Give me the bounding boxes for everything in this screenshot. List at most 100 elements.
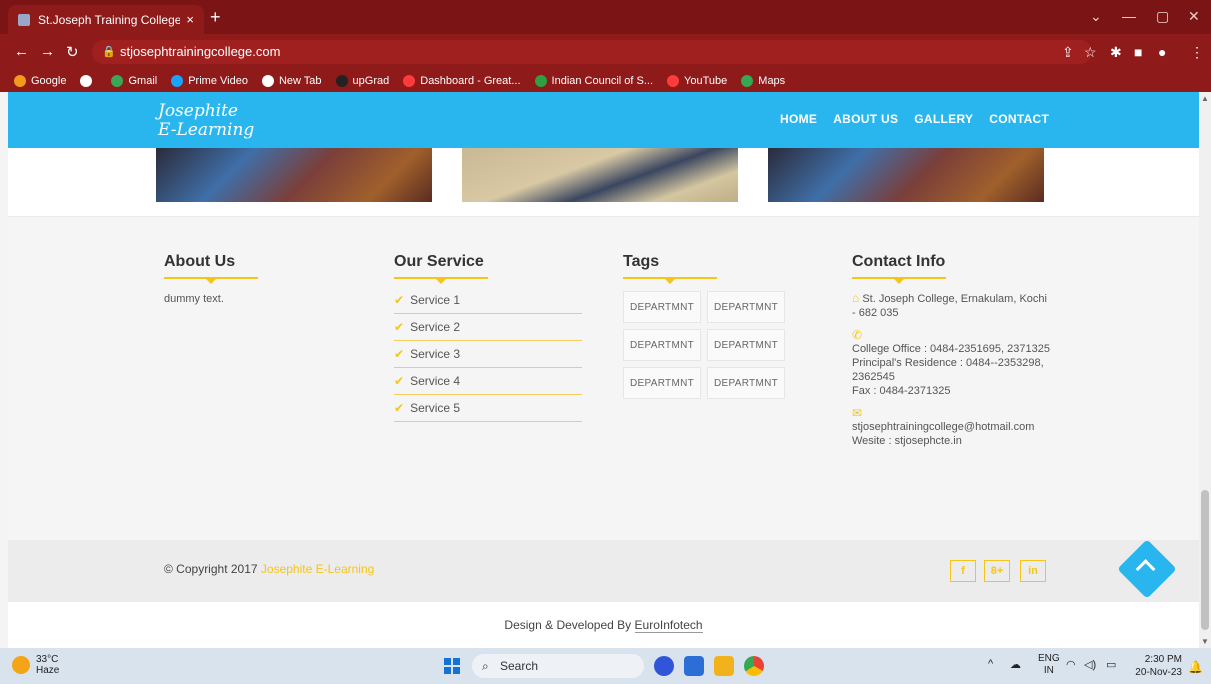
tag[interactable]: DEPARTMNT (707, 367, 785, 399)
tag[interactable]: DEPARTMNT (623, 367, 701, 399)
search-label: Search (500, 659, 539, 673)
contact-fax: Fax : 0484-2371325 (852, 385, 951, 397)
share-icon[interactable]: ⇪ (1062, 44, 1074, 61)
gallery-image[interactable] (462, 148, 738, 202)
bookmark-item[interactable]: New Tab (261, 75, 322, 87)
wifi-icon[interactable]: ◠ (1066, 658, 1076, 671)
copyright-brand-link[interactable]: Josephite E-Learning (261, 562, 374, 576)
nav-contact[interactable]: CONTACT (989, 112, 1049, 126)
system-clock[interactable]: 2:30 PM 20-Nov-23 (1130, 653, 1182, 679)
lang-line-2: IN (1043, 665, 1054, 676)
bookmark-favicon-icon (80, 75, 93, 87)
footer-services: Our Service ✔ Service 1 ✔ Service 2 ✔ Servi… (394, 253, 582, 422)
bookmark-item[interactable]: Dashboard - Great... (403, 75, 521, 87)
bookmark-item[interactable]: Maps (741, 75, 785, 87)
language-indicator[interactable]: ENG IN (1038, 653, 1060, 677)
bookmark-label: New Tab (278, 75, 322, 87)
scroll-down-icon[interactable]: ▼ (1201, 637, 1209, 646)
list-item[interactable]: ✔ Service 1 (394, 287, 582, 314)
footer: About Us dummy text. Our Service ✔ Servic… (8, 216, 1199, 540)
file-explorer-icon[interactable] (714, 656, 734, 676)
tag[interactable]: DEPARTMNT (623, 291, 701, 323)
tab-search-icon[interactable]: ⌄ (1090, 8, 1102, 25)
tag[interactable]: DEPARTMNT (707, 329, 785, 361)
bookmark-item[interactable] (80, 75, 97, 87)
menu-kebab-icon[interactable]: ⋮ (1190, 44, 1204, 61)
list-item[interactable]: ✔ Service 2 (394, 314, 582, 341)
bookmark-item[interactable]: Gmail (111, 75, 157, 87)
star-icon[interactable]: ☆ (1084, 44, 1097, 61)
service-label: Service 4 (410, 374, 461, 388)
logo-line-2: E-Learning (158, 120, 255, 140)
weather-widget[interactable]: 33°C Haze (12, 654, 59, 676)
chrome-app-icon[interactable] (744, 656, 764, 676)
scroll-up-icon[interactable]: ▲ (1201, 94, 1209, 103)
credit-prefix: Design & Developed By (504, 618, 632, 632)
service-label: Service 2 (410, 320, 461, 334)
forward-icon[interactable]: → (40, 43, 55, 60)
bookmark-label: upGrad (352, 75, 390, 87)
service-label: Service 5 (410, 401, 461, 415)
bookmark-item[interactable]: upGrad (335, 75, 390, 87)
tag[interactable]: DEPARTMNT (623, 329, 701, 361)
bookmark-item[interactable]: YouTube (667, 75, 727, 87)
bookmark-item[interactable]: Prime Video (171, 75, 248, 87)
tab-close-icon[interactable]: × (186, 12, 194, 27)
bookmark-label: Prime Video (188, 75, 248, 87)
credit-bar: Design & Developed By EuroInfotech (8, 602, 1199, 648)
minimize-icon[interactable]: — (1122, 8, 1136, 24)
sidebar-icon[interactable]: ■ (1134, 44, 1142, 60)
scrollbar-thumb[interactable] (1201, 490, 1209, 630)
lock-icon: 🔒 (102, 46, 116, 58)
page-scrollbar[interactable]: ▲ ▼ (1199, 92, 1211, 648)
taskbar-search[interactable]: ⌕ Search (472, 654, 644, 678)
contact-email[interactable]: stjosephtrainingcollege@hotmail.com (852, 420, 1052, 434)
volume-icon[interactable]: ◁) (1084, 658, 1096, 671)
check-icon: ✔ (394, 293, 405, 307)
address-bar[interactable]: 🔒 stjosephtrainingcollege.com (92, 40, 1092, 64)
address-toolbar: ← → ↻ 🔒 stjosephtrainingcollege.com ⇪ ☆ … (0, 34, 1211, 70)
list-item[interactable]: ✔ Service 3 (394, 341, 582, 368)
copyright-bar: © Copyright 2017 Josephite E-Learning f … (8, 540, 1199, 602)
nav-gallery[interactable]: GALLERY (914, 112, 973, 126)
heading-underline (623, 277, 717, 284)
bookmark-item[interactable]: Google (14, 75, 66, 87)
check-icon: ✔ (394, 347, 405, 361)
url-text: stjosephtrainingcollege.com (120, 44, 281, 59)
gallery-image[interactable] (768, 148, 1044, 202)
list-item[interactable]: ✔ Service 4 (394, 368, 582, 395)
extensions-icon[interactable]: ✱ (1110, 44, 1122, 61)
tray-chevron-icon[interactable]: ^ (988, 658, 993, 670)
browser-tab[interactable]: St.Joseph Training College × (8, 5, 204, 34)
google-plus-icon[interactable]: 8+ (984, 560, 1010, 582)
bookmark-favicon-icon (261, 75, 274, 87)
bookmark-item[interactable]: Indian Council of S... (534, 75, 653, 87)
facebook-icon[interactable]: f (950, 560, 976, 582)
close-window-icon[interactable]: ✕ (1188, 8, 1200, 25)
profile-avatar[interactable]: ● (1158, 44, 1166, 60)
notification-bell-icon[interactable]: 🔔 (1188, 660, 1203, 674)
credit-link[interactable]: EuroInfotech (634, 618, 703, 633)
reload-icon[interactable]: ↻ (66, 43, 79, 61)
credit-text: Design & Developed By EuroInfotech (8, 618, 1199, 633)
battery-icon[interactable]: ▭ (1106, 658, 1116, 671)
meet-app-icon[interactable] (654, 656, 674, 676)
site-logo[interactable]: Josephite E-Learning (158, 102, 254, 140)
tray-app-icon[interactable]: ☁ (1010, 658, 1021, 671)
new-tab-button[interactable]: + (210, 8, 221, 26)
contact-website[interactable]: Wesite : stjosephcte.in (852, 434, 1052, 448)
nav-home[interactable]: HOME (780, 112, 817, 126)
linkedin-icon[interactable]: in (1020, 560, 1046, 582)
gallery-strip (8, 148, 1199, 216)
tab-title: St.Joseph Training College (38, 12, 181, 27)
word-app-icon[interactable] (684, 656, 704, 676)
windows-start-icon[interactable] (444, 658, 460, 674)
footer-contact: Contact Info ⌂ St. Joseph College, Ernak… (852, 253, 1052, 448)
nav-about-us[interactable]: ABOUT US (833, 112, 898, 126)
haze-icon (12, 656, 30, 674)
gallery-image[interactable] (156, 148, 432, 202)
tag[interactable]: DEPARTMNT (707, 291, 785, 323)
list-item[interactable]: ✔ Service 5 (394, 395, 582, 422)
maximize-icon[interactable]: ▢ (1156, 8, 1169, 25)
back-icon[interactable]: ← (14, 43, 29, 60)
